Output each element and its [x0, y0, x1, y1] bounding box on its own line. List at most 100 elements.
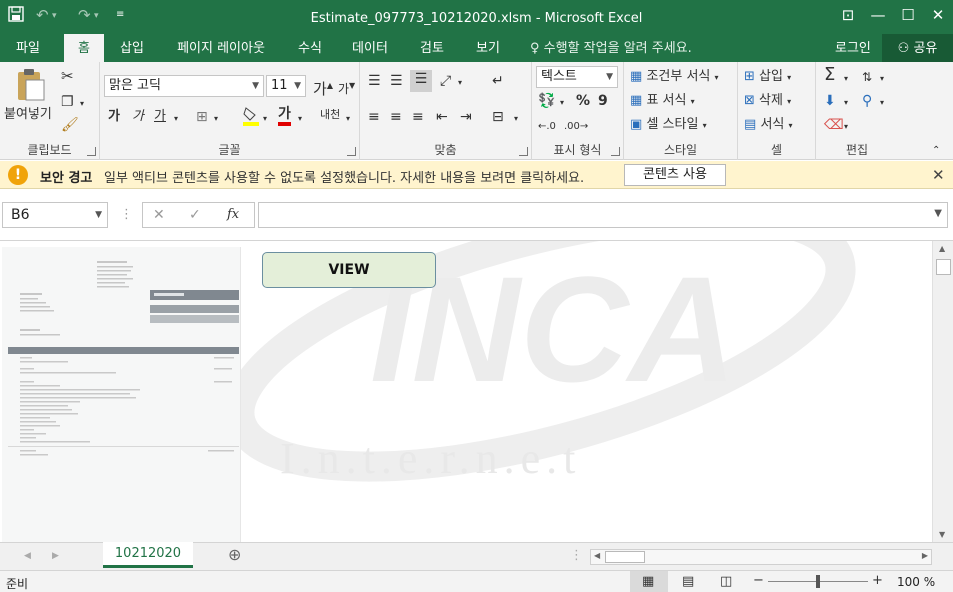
close-button[interactable]: ✕ — [923, 4, 953, 26]
scroll-right-icon[interactable]: ▶ — [922, 551, 928, 560]
shrink-font-button[interactable]: 가▼ — [338, 77, 355, 98]
cell-styles-button[interactable]: ▣ 셀 스타일 ▾ — [630, 116, 707, 135]
comma-button[interactable]: 9 — [598, 92, 608, 110]
phonetic-dropdown-icon[interactable]: ▾ — [346, 110, 350, 128]
wrap-text-icon[interactable]: ↵ — [492, 72, 504, 90]
phonetic-guide-button[interactable]: 내천 — [320, 106, 340, 124]
close-icon[interactable]: ✕ — [932, 166, 945, 184]
bold-button[interactable]: 가 — [108, 108, 120, 126]
font-color-dropdown-icon[interactable]: ▾ — [298, 110, 302, 128]
align-middle-icon[interactable]: ☰ — [390, 72, 403, 90]
enable-content-button[interactable]: 콘텐츠 사용 — [624, 164, 726, 186]
horizontal-scroll-thumb[interactable] — [605, 551, 645, 563]
minimize-button[interactable]: — — [863, 4, 893, 26]
scroll-tabs-left-icon[interactable]: ◀ — [24, 547, 31, 565]
paste-icon[interactable] — [14, 68, 46, 108]
font-color-button[interactable]: 가 — [278, 106, 291, 126]
sort-filter-icon[interactable]: ⇅ — [862, 68, 872, 86]
border-dropdown-icon[interactable]: ▾ — [214, 110, 218, 128]
orientation-dropdown-icon[interactable]: ▾ — [458, 74, 462, 92]
align-bottom-icon[interactable]: ☰ — [410, 70, 432, 92]
insert-function-icon[interactable]: fx — [227, 206, 239, 224]
zoom-percentage[interactable]: 100 % — [897, 575, 935, 589]
align-center-icon[interactable]: ≡ — [390, 108, 402, 126]
find-select-icon[interactable]: ⚲ — [862, 92, 872, 110]
cancel-icon[interactable]: ✕ — [153, 206, 165, 224]
tab-review[interactable]: 검토 — [412, 34, 452, 62]
zoom-in-icon[interactable]: + — [872, 572, 883, 590]
share-button[interactable]: ⚇ 공유 — [882, 34, 953, 62]
name-box[interactable]: B6 ▼ — [2, 202, 108, 228]
horizontal-scrollbar[interactable]: ◀ ▶ — [590, 549, 932, 565]
copy-dropdown-icon[interactable]: ▾ — [80, 95, 84, 113]
page-layout-view-icon[interactable]: ▤ — [682, 573, 694, 591]
border-icon[interactable]: ⊞ — [196, 108, 208, 126]
format-cells-button[interactable]: ▤ 서식 ▾ — [744, 116, 793, 135]
merge-dropdown-icon[interactable]: ▾ — [514, 110, 518, 128]
clipboard-launcher-icon[interactable] — [87, 147, 96, 156]
font-launcher-icon[interactable] — [347, 147, 356, 156]
maximize-button[interactable]: ☐ — [893, 4, 923, 26]
zoom-slider-thumb[interactable] — [816, 575, 820, 588]
grow-font-button[interactable]: 가▲ — [313, 77, 333, 98]
percent-button[interactable]: % — [576, 92, 590, 110]
tab-data[interactable]: 데이터 — [344, 34, 396, 62]
normal-view-button[interactable]: ▦ — [630, 571, 668, 592]
italic-button[interactable]: 가 — [132, 108, 144, 126]
scroll-left-icon[interactable]: ◀ — [594, 551, 600, 560]
font-size-select[interactable]: 11 ▼ — [266, 75, 306, 97]
scroll-up-icon[interactable]: ▲ — [939, 244, 945, 253]
page-break-view-icon[interactable]: ◫ — [720, 573, 732, 591]
login-link[interactable]: 로그인 — [835, 34, 871, 64]
fill-color-icon[interactable] — [242, 106, 260, 132]
underline-dropdown-icon[interactable]: ▾ — [174, 110, 178, 128]
security-warning-message[interactable]: 일부 액티브 콘텐츠를 사용할 수 없도록 설정했습니다. 자세한 내용을 보려… — [104, 167, 584, 186]
align-left-icon[interactable]: ≡ — [368, 108, 380, 126]
currency-dropdown-icon[interactable]: ▾ — [560, 94, 564, 112]
clear-dropdown-icon[interactable]: ▾ — [844, 118, 848, 136]
insert-cells-button[interactable]: ⊞ 삽입 ▾ — [744, 68, 791, 87]
increase-indent-icon[interactable]: ⇥ — [460, 108, 472, 126]
font-name-select[interactable]: 맑은 고딕 ▼ — [104, 75, 264, 97]
sheet-tab[interactable]: 10212020 — [103, 542, 193, 568]
fill-dropdown-icon[interactable]: ▾ — [844, 94, 848, 112]
cut-icon[interactable]: ✂ — [61, 67, 74, 85]
increase-decimal-icon[interactable]: ←.0 — [538, 118, 556, 136]
autosum-icon[interactable]: Σ — [824, 66, 835, 84]
conditional-formatting-button[interactable]: ▦ 조건부 서식 ▾ — [630, 68, 719, 87]
alignment-launcher-icon[interactable] — [519, 147, 528, 156]
fill-icon[interactable]: ⬇ — [824, 92, 836, 110]
tab-page-layout[interactable]: 페이지 레이아웃 — [168, 34, 274, 62]
vertical-scrollbar[interactable]: ▲ ▼ — [932, 241, 953, 542]
decrease-decimal-icon[interactable]: .00→ — [564, 118, 588, 136]
decrease-indent-icon[interactable]: ⇤ — [436, 108, 448, 126]
align-top-icon[interactable]: ☰ — [368, 72, 381, 90]
formula-input[interactable]: ▼ — [258, 202, 948, 228]
orientation-icon[interactable]: ⤢ — [440, 72, 451, 90]
scroll-tabs-right-icon[interactable]: ▶ — [52, 547, 59, 565]
worksheet-area[interactable]: INCA I.n.t.e.r.n.e.t VIEW — [0, 241, 932, 542]
vertical-scroll-thumb[interactable] — [936, 259, 951, 275]
clear-icon[interactable]: ⌫ — [824, 116, 844, 134]
enter-icon[interactable]: ✓ — [189, 206, 201, 224]
tab-file[interactable]: 파일 — [0, 34, 56, 62]
underline-button[interactable]: 가 — [154, 108, 166, 126]
tab-formulas[interactable]: 수식 — [290, 34, 330, 62]
chevron-down-icon[interactable]: ▼ — [934, 208, 942, 219]
currency-icon[interactable]: 💱 — [538, 92, 555, 110]
ribbon-display-icon[interactable]: ⊡ — [833, 4, 863, 26]
view-button[interactable]: VIEW — [262, 252, 436, 288]
tab-split-handle-icon[interactable]: ⋮ — [570, 547, 583, 565]
autosum-dropdown-icon[interactable]: ▾ — [844, 70, 848, 88]
format-painter-icon[interactable]: 🖌 — [61, 116, 79, 134]
scroll-down-icon[interactable]: ▼ — [939, 530, 945, 539]
number-launcher-icon[interactable] — [611, 147, 620, 156]
format-as-table-button[interactable]: ▦ 표 서식 ▾ — [630, 92, 695, 111]
zoom-slider[interactable] — [768, 575, 868, 588]
add-sheet-icon[interactable]: ⊕ — [228, 546, 241, 564]
zoom-out-icon[interactable]: − — [753, 572, 764, 590]
merge-center-icon[interactable]: ⊟ — [492, 108, 504, 126]
paste-button[interactable]: 붙여넣기 — [4, 106, 52, 124]
collapse-ribbon-icon[interactable]: ⌃ — [932, 142, 940, 160]
tab-home[interactable]: 홈 — [64, 34, 104, 62]
